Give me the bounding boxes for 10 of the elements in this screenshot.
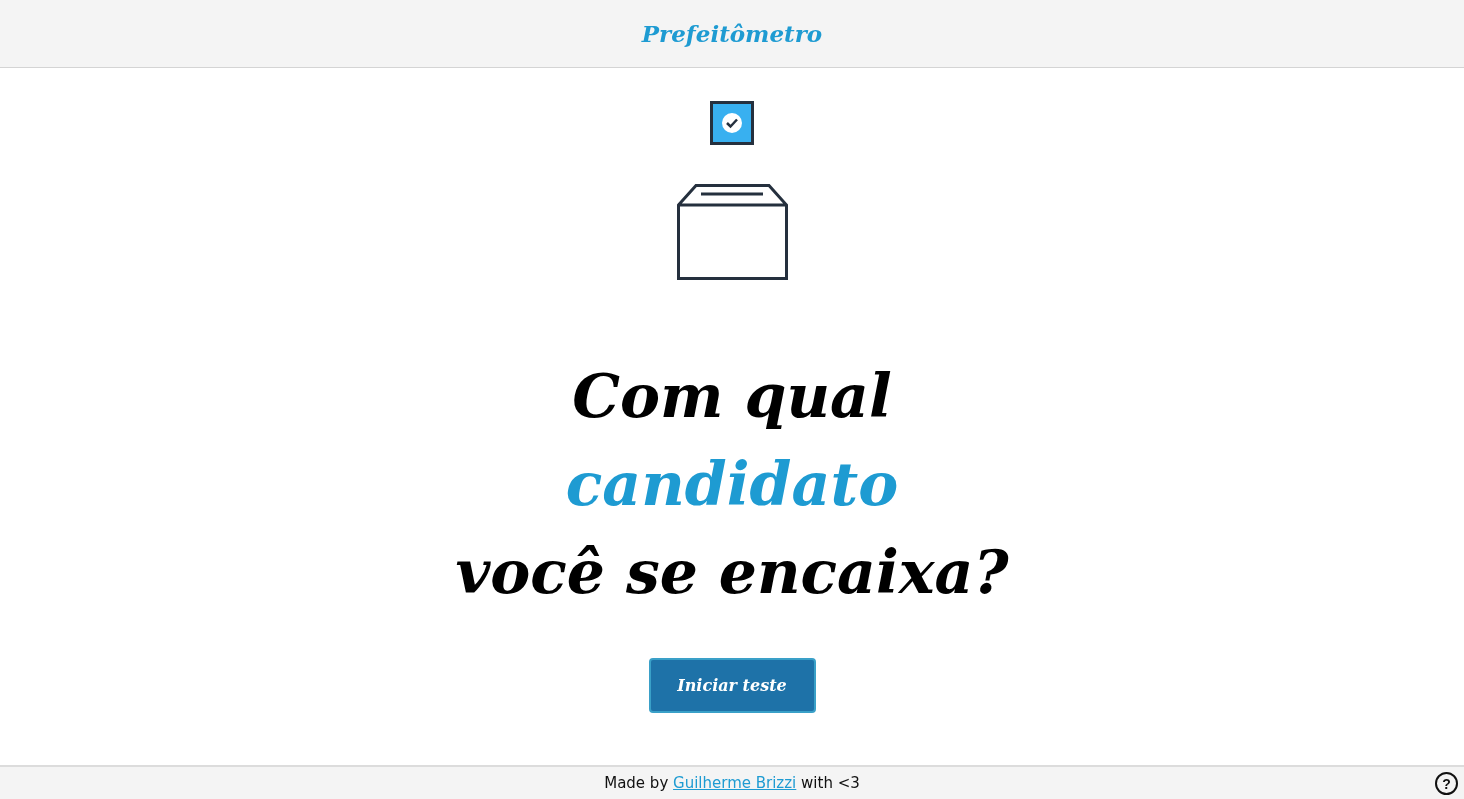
- headline-line: você se encaixa?: [455, 536, 1009, 609]
- author-link[interactable]: Guilherme Brizzi: [673, 774, 797, 792]
- ballot-icon: [710, 101, 754, 145]
- credit-text: Made by Guilherme Brizzi with <3: [604, 774, 860, 792]
- ballot-box-icon: [676, 184, 788, 280]
- help-button[interactable]: ?: [1435, 772, 1458, 795]
- site-title: Prefeitômetro: [641, 20, 823, 47]
- headline-line: Com qual: [572, 360, 892, 433]
- headline-line: candidato: [565, 448, 899, 521]
- start-button[interactable]: Iniciar teste: [648, 658, 816, 713]
